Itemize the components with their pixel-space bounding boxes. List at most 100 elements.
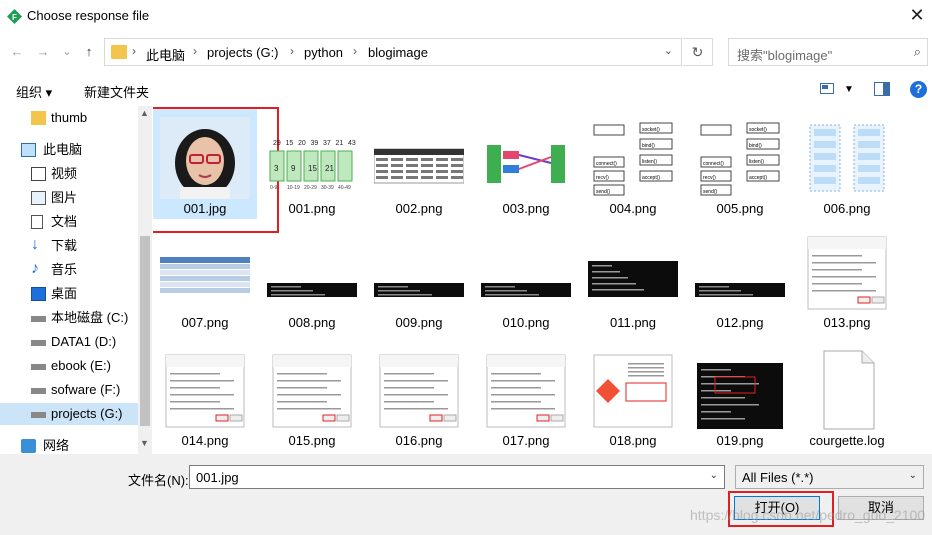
file-item[interactable]: 29 15 20 39 37 21 43 3 9 15 21 0-9 10-19 20-29 30-39 40…	[260, 107, 364, 219]
breadcrumb-separator: ›	[290, 44, 294, 58]
file-name: 009.png	[395, 315, 443, 330]
sidebar-item-downloads[interactable]: ↓ 下载	[0, 235, 138, 257]
file-item[interactable]: socket() bind() listen() accept() connect() r…	[581, 107, 685, 219]
back-button[interactable]: ←	[8, 42, 26, 62]
breadcrumb-separator: ›	[132, 44, 136, 58]
svg-text:30-39: 30-39	[321, 185, 334, 191]
sidebar-item-label: 下载	[51, 238, 78, 253]
file-name: 014.png	[181, 433, 229, 448]
documents-icon	[31, 215, 43, 229]
file-thumbnail	[802, 117, 892, 199]
view-mode-icon[interactable]	[820, 82, 836, 96]
folder-icon	[111, 45, 127, 59]
svg-text:socket(): socket()	[749, 127, 767, 133]
close-button[interactable]: ✕	[902, 0, 932, 32]
sidebar-scrollbar[interactable]: ▲ ▼	[138, 106, 152, 454]
svg-text:3: 3	[274, 164, 279, 173]
file-item[interactable]: 012.png	[688, 221, 792, 333]
watermark: https://blog.csdn.net/pedro_guo_2100	[690, 507, 926, 523]
scrollbar-thumb[interactable]	[140, 236, 150, 426]
svg-text:bind(): bind()	[749, 143, 762, 149]
file-item[interactable]: 013.png	[795, 221, 899, 333]
svg-text:15: 15	[308, 164, 317, 173]
breadcrumb-projects[interactable]: projects (G:)	[207, 45, 279, 60]
filename-input[interactable]: 001.jpg ⌄	[189, 465, 725, 489]
file-thumbnail	[588, 261, 678, 297]
file-thumbnail	[374, 283, 464, 297]
sidebar-item-pictures[interactable]: 图片	[0, 187, 138, 209]
pictures-icon	[31, 191, 46, 205]
address-bar[interactable]: › 此电脑 › projects (G:) › python › blogima…	[104, 38, 682, 66]
app-icon: F	[7, 9, 22, 24]
file-item[interactable]: 010.png	[474, 221, 578, 333]
breadcrumb-python[interactable]: python	[304, 45, 343, 60]
help-icon[interactable]: ?	[910, 81, 927, 98]
filetype-select[interactable]: All Files (*.*) ⌄	[735, 465, 924, 489]
sidebar-item-videos[interactable]: 视频	[0, 163, 138, 185]
address-dropdown-icon[interactable]: ⌄	[664, 44, 673, 57]
breadcrumb-blogimage[interactable]: blogimage	[368, 45, 428, 60]
file-item[interactable]: 009.png	[367, 221, 471, 333]
svg-text:21: 21	[336, 140, 344, 147]
drive-icon	[31, 412, 46, 418]
up-button[interactable]: ↑	[80, 42, 98, 62]
chevron-down-icon[interactable]: ⌄	[710, 470, 718, 481]
file-item[interactable]: 019.png	[688, 339, 792, 451]
forward-button[interactable]: →	[34, 42, 52, 62]
sidebar-item-label: DATA1 (D:)	[51, 334, 117, 349]
sidebar-item-music[interactable]: ♪ 音乐	[0, 259, 138, 281]
file-name: 008.png	[288, 315, 336, 330]
svg-text:recv(): recv()	[596, 175, 609, 181]
svg-text:39: 39	[311, 140, 319, 147]
view-dropdown-icon[interactable]: ▼	[844, 84, 854, 95]
file-item[interactable]: 002.png	[367, 107, 471, 219]
organize-menu[interactable]: 组织 ▾	[16, 82, 52, 101]
sidebar-item-drive-e[interactable]: ebook (E:)	[0, 355, 138, 377]
file-item[interactable]: 007.png	[153, 221, 257, 333]
sidebar-item-drive-d[interactable]: DATA1 (D:)	[0, 331, 138, 353]
refresh-button[interactable]: ↻	[683, 38, 713, 66]
svg-text:15: 15	[286, 140, 294, 147]
sidebar-item-this-pc[interactable]: 此电脑	[0, 139, 138, 161]
file-item[interactable]: 015.png	[260, 339, 364, 451]
file-thumbnail: socket() bind() listen() accept() connect() r…	[588, 117, 678, 199]
sidebar-item-network[interactable]: 网络	[0, 435, 138, 454]
sidebar-item-drive-g[interactable]: projects (G:)	[0, 403, 138, 425]
scroll-up-icon[interactable]: ▲	[140, 108, 149, 118]
new-folder-button[interactable]: 新建文件夹	[84, 82, 149, 101]
preview-pane-icon[interactable]	[874, 82, 890, 96]
file-item[interactable]: 011.png	[581, 221, 685, 333]
svg-text:connect(): connect()	[596, 161, 617, 167]
file-thumbnail	[165, 354, 245, 428]
sidebar-item-label: 文档	[51, 214, 78, 229]
sidebar-item-drive-c[interactable]: 本地磁盘 (C:)	[0, 307, 138, 329]
sidebar-item-documents[interactable]: 文档	[0, 211, 138, 233]
drive-icon	[31, 364, 46, 370]
breadcrumb-separator: ›	[353, 44, 357, 58]
file-thumbnail	[481, 283, 571, 297]
file-item[interactable]: courgette.log	[795, 339, 899, 451]
file-item[interactable]: 018.png	[581, 339, 685, 451]
file-item[interactable]: 016.png	[367, 339, 471, 451]
address-row: ← → ⌄ ↑ › 此电脑 › projects (G:) › python ›…	[0, 36, 932, 68]
recent-locations-dropdown[interactable]: ⌄	[58, 42, 76, 62]
sidebar-item-label: thumb	[51, 110, 88, 125]
file-item[interactable]: 006.png	[795, 107, 899, 219]
svg-text:recv(): recv()	[703, 175, 716, 181]
file-item[interactable]: 017.png	[474, 339, 578, 451]
video-icon	[31, 167, 46, 181]
sidebar-item-drive-f[interactable]: sofware (F:)	[0, 379, 138, 401]
file-thumbnail	[697, 363, 783, 429]
file-item[interactable]: 014.png	[153, 339, 257, 451]
sidebar-item-desktop[interactable]: 桌面	[0, 283, 138, 305]
search-placeholder: 搜索"blogimage"	[737, 48, 833, 63]
file-item[interactable]: socket() bind() listen() accept() connect() r…	[688, 107, 792, 219]
scroll-down-icon[interactable]: ▼	[140, 438, 149, 448]
file-list: 001.jpg 29 15 20 39 37 21 43 3 9 15 21 0-9 10-19 20-29…	[153, 106, 932, 454]
breadcrumb-this-pc[interactable]: 此电脑	[146, 45, 185, 64]
file-item[interactable]: 003.png	[474, 107, 578, 219]
sidebar-item-thumb[interactable]: thumb	[0, 107, 138, 129]
search-input[interactable]: 搜索"blogimage" ⌕	[728, 38, 928, 66]
file-name: courgette.log	[809, 433, 885, 448]
file-item[interactable]: 008.png	[260, 221, 364, 333]
